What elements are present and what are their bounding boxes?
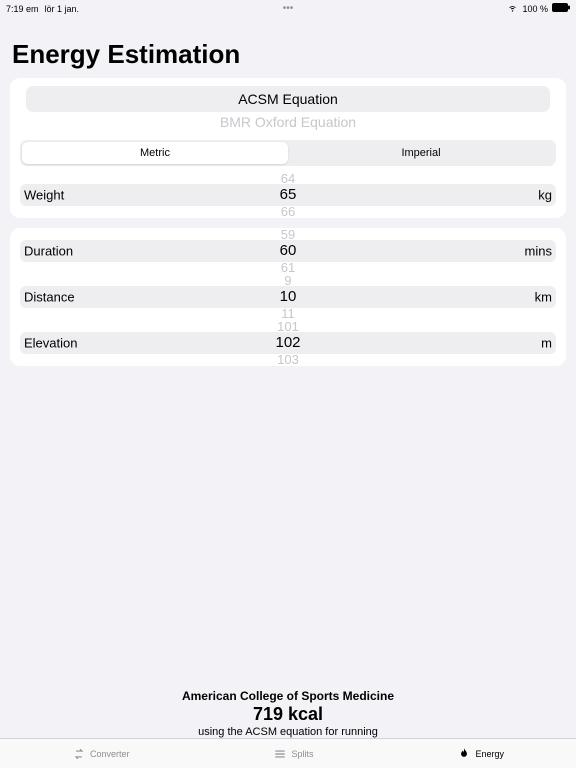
duration-picker[interactable]: Duration 59 60 61 mins bbox=[10, 228, 566, 274]
result-heading: American College of Sports Medicine bbox=[0, 689, 576, 703]
distance-value: 10 bbox=[10, 287, 566, 307]
status-time: 7:19 em bbox=[6, 4, 39, 14]
splits-icon bbox=[273, 747, 287, 761]
tab-splits[interactable]: Splits bbox=[273, 747, 313, 761]
converter-icon bbox=[72, 747, 86, 761]
settings-card: ACSM Equation BMR Oxford Equation Metric… bbox=[10, 78, 566, 218]
wifi-icon bbox=[507, 2, 518, 15]
battery-icon bbox=[552, 3, 570, 14]
tab-converter[interactable]: Converter bbox=[72, 747, 130, 761]
tab-bar: Converter Splits Energy bbox=[0, 738, 576, 768]
weight-picker[interactable]: Weight 64 65 66 kg bbox=[10, 172, 566, 218]
result-sub: using the ACSM equation for running bbox=[0, 726, 576, 738]
elevation-unit: m bbox=[541, 336, 552, 351]
distance-prev: 9 bbox=[10, 274, 566, 287]
elevation-next: 103 bbox=[10, 353, 566, 366]
elevation-picker[interactable]: Elevation 101 102 103 m bbox=[10, 320, 566, 366]
weight-unit: kg bbox=[538, 188, 552, 203]
weight-value: 65 bbox=[10, 185, 566, 205]
equation-other[interactable]: BMR Oxford Equation bbox=[10, 112, 566, 134]
elevation-prev: 101 bbox=[10, 320, 566, 333]
multitask-dots-icon[interactable]: ••• bbox=[283, 3, 294, 14]
duration-prev: 59 bbox=[10, 228, 566, 241]
weight-next: 66 bbox=[10, 205, 566, 218]
tab-splits-label: Splits bbox=[291, 749, 313, 759]
result-kcal: 719 kcal bbox=[0, 704, 576, 725]
tab-energy[interactable]: Energy bbox=[457, 747, 504, 761]
distance-unit: km bbox=[535, 290, 552, 305]
activity-card: Duration 59 60 61 mins Distance 9 10 11 … bbox=[10, 228, 566, 366]
elevation-value: 102 bbox=[10, 333, 566, 353]
duration-unit: mins bbox=[525, 244, 552, 259]
distance-picker[interactable]: Distance 9 10 11 km bbox=[10, 274, 566, 320]
result-summary: American College of Sports Medicine 719 … bbox=[0, 689, 576, 738]
tab-converter-label: Converter bbox=[90, 749, 130, 759]
energy-icon bbox=[457, 747, 471, 761]
equation-selector[interactable]: ACSM Equation bbox=[26, 86, 550, 112]
unit-imperial[interactable]: Imperial bbox=[288, 142, 554, 164]
battery-text: 100 % bbox=[522, 4, 548, 14]
weight-prev: 64 bbox=[10, 172, 566, 185]
duration-value: 60 bbox=[10, 241, 566, 261]
unit-segmented-control[interactable]: Metric Imperial bbox=[20, 140, 556, 166]
unit-metric[interactable]: Metric bbox=[22, 142, 288, 164]
status-date: lör 1 jan. bbox=[45, 4, 80, 14]
status-bar: 7:19 em lör 1 jan. ••• 100 % bbox=[0, 0, 576, 17]
tab-energy-label: Energy bbox=[475, 749, 504, 759]
page-title: Energy Estimation bbox=[0, 17, 576, 78]
